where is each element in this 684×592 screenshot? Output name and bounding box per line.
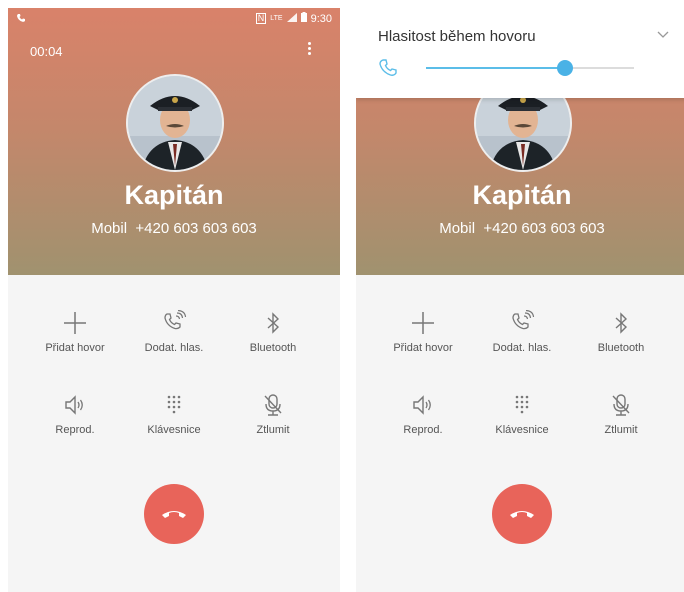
add-call-button[interactable]: Přidat hovor bbox=[374, 310, 472, 354]
speaker-button[interactable]: Reprod. bbox=[26, 392, 124, 436]
call-header: N LTE 9:30 00:04 Kapitán Mobil +420 603 … bbox=[8, 8, 340, 275]
extra-volume-label: Dodat. hlas. bbox=[144, 342, 204, 354]
nfc-icon: N bbox=[255, 13, 267, 24]
keypad-icon bbox=[515, 395, 529, 414]
phone-number: +420 603 603 603 bbox=[135, 220, 257, 237]
battery-icon bbox=[300, 12, 307, 25]
add-call-label: Přidat hovor bbox=[45, 342, 105, 354]
end-call-button[interactable] bbox=[492, 484, 552, 544]
extra-volume-icon bbox=[164, 310, 187, 330]
volume-panel: Hlasitost během hovoru bbox=[356, 8, 684, 98]
end-call-icon bbox=[510, 511, 534, 518]
mute-label: Ztlumit bbox=[256, 424, 290, 436]
keypad-button[interactable]: Klávesnice bbox=[125, 392, 223, 436]
bluetooth-label: Bluetooth bbox=[249, 342, 297, 354]
number-type-label: Mobil bbox=[439, 220, 476, 237]
phone-screen-volume: Kapitán Mobil +420 603 603 603 Hlasitost… bbox=[356, 8, 684, 592]
mute-label: Ztlumit bbox=[604, 424, 638, 436]
clock: 9:30 bbox=[310, 12, 332, 25]
speaker-label: Reprod. bbox=[403, 424, 443, 436]
contact-name: Kapitán bbox=[472, 180, 572, 210]
phone-screen-in-call: N LTE 9:30 00:04 Kapitán Mobil +420 603 … bbox=[8, 8, 340, 592]
add-call-label: Přidat hovor bbox=[393, 342, 453, 354]
signal-icon bbox=[286, 12, 297, 25]
speaker-icon bbox=[65, 395, 83, 415]
speaker-button[interactable]: Reprod. bbox=[374, 392, 472, 436]
extra-volume-button[interactable]: Dodat. hlas. bbox=[473, 310, 571, 354]
bluetooth-button[interactable]: Bluetooth bbox=[572, 310, 670, 354]
volume-slider[interactable] bbox=[426, 60, 634, 76]
bluetooth-icon bbox=[267, 312, 280, 334]
end-call-button[interactable] bbox=[144, 484, 204, 544]
number-type-label: Mobil bbox=[91, 220, 128, 237]
contact-number: Mobil +420 603 603 603 bbox=[356, 220, 684, 237]
extra-volume-icon bbox=[512, 310, 535, 330]
call-timer: 00:04 bbox=[30, 44, 63, 59]
end-call-icon bbox=[162, 511, 186, 518]
chevron-down-icon[interactable] bbox=[656, 26, 670, 44]
lte-icon: LTE bbox=[270, 15, 283, 22]
bluetooth-icon bbox=[615, 312, 628, 334]
keypad-label: Klávesnice bbox=[147, 424, 201, 436]
keypad-button[interactable]: Klávesnice bbox=[473, 392, 571, 436]
add-call-icon bbox=[412, 312, 434, 334]
status-bar: N LTE 9:30 bbox=[8, 8, 340, 30]
mute-mic-icon bbox=[612, 394, 630, 416]
add-call-button[interactable]: Přidat hovor bbox=[26, 310, 124, 354]
speaker-icon bbox=[413, 395, 431, 415]
add-call-icon bbox=[64, 312, 86, 334]
mute-button[interactable]: Ztlumit bbox=[572, 392, 670, 436]
keypad-label: Klávesnice bbox=[495, 424, 549, 436]
volume-panel-title: Hlasitost během hovoru bbox=[378, 28, 536, 45]
mute-button[interactable]: Ztlumit bbox=[224, 392, 322, 436]
bluetooth-button[interactable]: Bluetooth bbox=[224, 310, 322, 354]
call-volume-icon bbox=[378, 58, 400, 85]
volume-slider-fill bbox=[426, 67, 566, 69]
contact-avatar bbox=[126, 74, 224, 172]
more-options-icon[interactable] bbox=[304, 40, 314, 60]
contact-name: Kapitán bbox=[124, 180, 224, 210]
mute-mic-icon bbox=[264, 394, 282, 416]
volume-slider-thumb[interactable] bbox=[557, 60, 574, 76]
bluetooth-label: Bluetooth bbox=[597, 342, 645, 354]
extra-volume-button[interactable]: Dodat. hlas. bbox=[125, 310, 223, 354]
extra-volume-label: Dodat. hlas. bbox=[492, 342, 552, 354]
call-status-icon bbox=[16, 13, 26, 26]
keypad-icon bbox=[167, 395, 181, 414]
phone-number: +420 603 603 603 bbox=[483, 220, 605, 237]
contact-number: Mobil +420 603 603 603 bbox=[8, 220, 340, 237]
speaker-label: Reprod. bbox=[55, 424, 95, 436]
